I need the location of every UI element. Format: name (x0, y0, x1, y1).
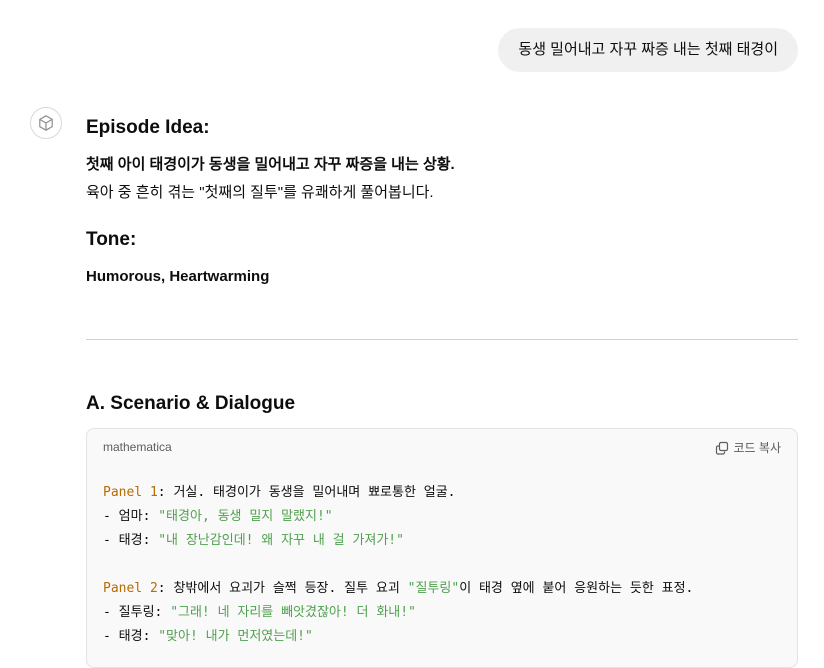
panel-label: Panel 1 (103, 485, 158, 500)
code-line: - 엄마: "태경아, 동생 밀지 말랬지!" (103, 505, 781, 529)
tone-heading: Tone: (86, 229, 137, 250)
code-line: Panel 1: 거실. 태경이가 동생을 밀어내며 뾰로통한 얼굴. (103, 481, 781, 505)
dialogue-speaker: - 질투링: (103, 605, 171, 620)
dialogue-speaker: - 엄마: (103, 509, 159, 524)
scenario-heading: A. Scenario & Dialogue (86, 393, 296, 414)
copy-code-label: 코드 복사 (733, 441, 782, 455)
panel-description: : 거실. 태경이가 동생을 밀어내며 뾰로통한 얼굴. (157, 485, 456, 500)
assistant-avatar (30, 107, 62, 139)
dialogue-quote: "맞아! 내가 먼저였는데!" (158, 629, 313, 644)
code-line: - 태경: "맞아! 내가 먼저였는데!" (103, 625, 781, 649)
code-header: mathematica 코드 복사 (87, 429, 797, 465)
copy-icon (715, 441, 728, 455)
panel-description: : 창밖에서 요괴가 슬쩍 등장. 질투 요괴 (157, 581, 408, 596)
code-content: Panel 1: 거실. 태경이가 동생을 밀어내며 뾰로통한 얼굴. - 엄마:… (103, 481, 781, 649)
panel-description-quote: "질투링" (407, 581, 460, 596)
panel-label: Panel 2 (103, 581, 158, 596)
code-line: - 태경: "내 장난감인데! 왜 자꾸 내 걸 가져가!" (103, 529, 781, 553)
user-message-bubble: 동생 밀어내고 자꾸 짜증 내는 첫째 태경이 (498, 28, 798, 72)
panel-description: 이 태경 옆에 붙어 응원하는 듯한 표정. (459, 581, 694, 596)
dialogue-speaker: - 태경: (103, 533, 159, 548)
dialogue-quote: "태경아, 동생 밀지 말랬지!" (158, 509, 333, 524)
dialogue-quote: "그래! 네 자리를 빼앗겼잖아! 더 화내!" (170, 605, 416, 620)
dialogue-speaker: - 태경: (103, 629, 159, 644)
episode-heading: Episode Idea: (86, 117, 210, 138)
episode-description: 육아 중 흔히 겪는 "첫째의 질투"를 유쾌하게 풀어봅니다. (86, 184, 434, 201)
section-divider (86, 339, 798, 340)
episode-summary: 첫째 아이 태경이가 동생을 밀어내고 자꾸 짜증을 내는 상황. (86, 156, 455, 173)
dialogue-quote: "내 장난감인데! 왜 자꾸 내 걸 가져가!" (158, 533, 404, 548)
code-line: - 질투링: "그래! 네 자리를 빼앗겼잖아! 더 화내!" (103, 601, 781, 625)
openai-logo-icon (39, 115, 53, 131)
code-language-label: mathematica (103, 440, 172, 454)
tone-text: Humorous, Heartwarming (86, 268, 270, 285)
code-line: Panel 2: 창밖에서 요괴가 슬쩍 등장. 질투 요괴 "질투링"이 태경… (103, 577, 781, 601)
code-block: mathematica 코드 복사 Panel 1: 거실. 태경이가 동생을 … (86, 428, 798, 668)
copy-code-button[interactable]: 코드 복사 (715, 439, 782, 456)
